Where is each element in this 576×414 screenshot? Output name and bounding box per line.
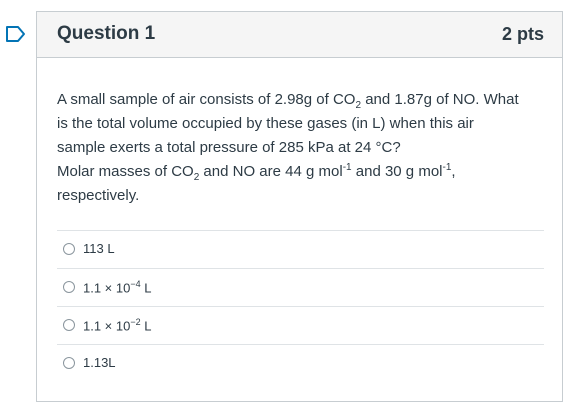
answer-label[interactable]: 1.13L xyxy=(83,355,116,370)
radio-button[interactable] xyxy=(63,281,75,293)
radio-button[interactable] xyxy=(63,243,75,255)
question-text-line: A small sample of air consists of 2.98g … xyxy=(57,91,519,111)
question-header: Question 1 2 pts xyxy=(37,12,562,58)
radio-button[interactable] xyxy=(63,319,75,331)
question-text: A small sample of air consists of 2.98g … xyxy=(57,88,547,208)
answer-label[interactable]: 113 L xyxy=(83,241,115,256)
question-card: Question 1 2 pts A small sample of air c… xyxy=(36,11,563,402)
question-text-line: Molar masses of CO2 and NO are 44 g mol-… xyxy=(57,162,456,183)
question-points: 2 pts xyxy=(501,24,544,44)
answer-option[interactable]: 113 L xyxy=(57,230,544,268)
page: Question 1 2 pts A small sample of air c… xyxy=(0,0,576,414)
question-text-line: sample exerts a total pressure of 285 kP… xyxy=(57,139,401,156)
question-title: Question 1 xyxy=(57,23,156,44)
answer-option[interactable]: 1.13L xyxy=(57,344,544,382)
answer-label[interactable]: 1.1 × 10−2 L xyxy=(83,317,151,333)
answer-label[interactable]: 1.1 × 10−4 L xyxy=(83,279,151,295)
radio-button[interactable] xyxy=(63,357,75,369)
answer-list: 113 L 1.1 × 10−4 L 1.1 × 10−2 L 1.13L xyxy=(57,230,544,382)
answer-option[interactable]: 1.1 × 10−2 L xyxy=(57,306,544,344)
flag-question-icon[interactable] xyxy=(6,26,26,42)
answer-option[interactable]: 1.1 × 10−4 L xyxy=(57,268,544,306)
question-text-line: is the total volume occupied by these ga… xyxy=(57,115,474,132)
question-text-line: respectively. xyxy=(57,187,140,204)
